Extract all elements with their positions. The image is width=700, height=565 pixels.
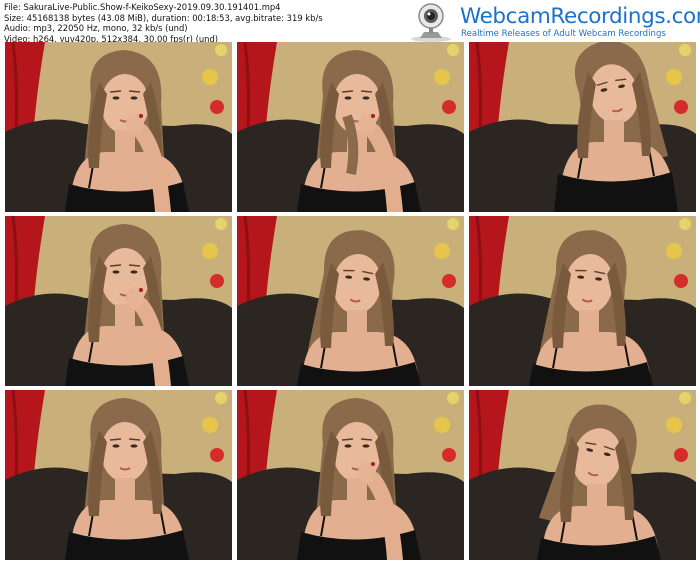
- thumbnail: [469, 390, 696, 560]
- file-size-line: Size: 45168138 bytes (43.08 MiB), durati…: [4, 12, 323, 23]
- thumbnail: [469, 42, 696, 212]
- thumbnail: [5, 216, 232, 386]
- site-logo: WebcamRecordings.com Realtime Releases o…: [402, 2, 700, 42]
- thumbnail-grid: [5, 42, 696, 561]
- thumbnail: [237, 390, 464, 560]
- file-info: File: SakuraLive-Public.Show-f-KeikoSexy…: [4, 2, 323, 44]
- file-name-line: File: SakuraLive-Public.Show-f-KeikoSexy…: [4, 2, 281, 12]
- thumbnail: [469, 216, 696, 386]
- thumbnail: [5, 42, 232, 212]
- thumbnail: [237, 42, 464, 212]
- audio-info-line: Audio: mp3, 22050 Hz, mono, 32 kb/s (und…: [4, 23, 188, 34]
- thumbnail: [237, 216, 464, 386]
- logo-brand-text: WebcamRecordings.com: [460, 4, 700, 29]
- thumbnail: [5, 390, 232, 560]
- webcam-icon: [411, 3, 451, 42]
- logo-tagline: Realtime Releases of Adult Webcam Record…: [461, 29, 666, 39]
